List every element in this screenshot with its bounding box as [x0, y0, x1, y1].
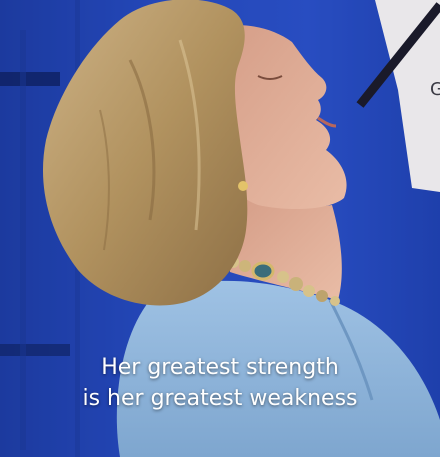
caption-line-2: is her greatest weakness — [82, 386, 358, 411]
svg-text:G: G — [430, 79, 440, 100]
video-frame: G Her greatest strength is her greatest … — [0, 0, 440, 457]
earring — [238, 181, 248, 191]
caption-line-1: Her greatest strength — [101, 355, 339, 380]
